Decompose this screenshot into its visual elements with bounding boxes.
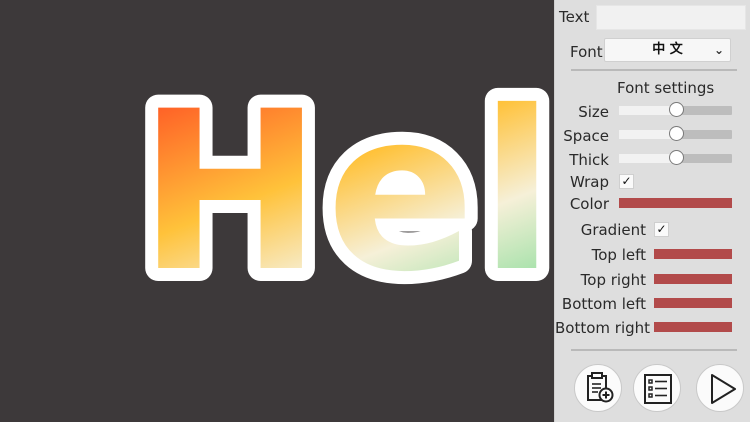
color-label: Color <box>569 195 609 213</box>
top-left-swatch[interactable] <box>654 249 732 259</box>
size-slider[interactable] <box>619 102 732 117</box>
divider <box>571 349 737 351</box>
thick-slider-handle[interactable] <box>668 150 684 165</box>
font-label: Font <box>570 43 603 61</box>
check-icon: ✓ <box>621 174 632 188</box>
thick-label: Thick <box>569 151 609 169</box>
top-right-swatch[interactable] <box>654 274 732 284</box>
text-label: Text <box>559 8 590 26</box>
size-slider-fill <box>619 106 676 115</box>
font-select-value: 中 文 <box>652 42 683 57</box>
settings-panel: Text Font 中 文 ⌄ Font settings Size Space… <box>554 0 750 422</box>
color-swatch[interactable] <box>619 198 732 208</box>
wrap-checkbox[interactable]: ✓ <box>619 174 634 189</box>
top-left-label: Top left <box>591 246 646 264</box>
space-label: Space <box>563 127 609 145</box>
preview-text-art: Hello Hello <box>125 51 555 333</box>
gradient-label: Gradient <box>580 221 646 239</box>
play-icon <box>711 374 736 404</box>
wrap-label: Wrap <box>569 173 609 191</box>
thick-slider-fill <box>619 154 676 163</box>
bottom-right-label: Bottom right <box>555 319 651 337</box>
bottom-right-swatch[interactable] <box>654 322 732 332</box>
play-button[interactable] <box>696 364 744 412</box>
preview-canvas[interactable]: Hello Hello <box>0 0 555 422</box>
size-slider-handle[interactable] <box>668 102 684 117</box>
clipboard-add-icon <box>587 372 614 403</box>
font-settings-title: Font settings <box>617 79 715 97</box>
space-slider-handle[interactable] <box>668 126 684 141</box>
divider <box>571 69 737 71</box>
check-icon: ✓ <box>656 222 667 236</box>
paste-button[interactable] <box>574 364 622 412</box>
top-right-label: Top right <box>580 271 646 289</box>
bottom-left-swatch[interactable] <box>654 298 732 308</box>
thick-slider[interactable] <box>619 150 732 165</box>
chevron-down-icon: ⌄ <box>713 43 724 57</box>
list-button[interactable] <box>633 364 681 412</box>
bottom-left-label: Bottom left <box>561 295 646 313</box>
preview-text-fill: Hello <box>138 64 555 320</box>
text-input[interactable] <box>596 5 746 30</box>
checklist-icon <box>644 374 672 404</box>
font-select[interactable]: 中 文 ⌄ <box>604 38 731 62</box>
size-label: Size <box>578 103 609 121</box>
space-slider-fill <box>619 130 676 139</box>
gradient-checkbox[interactable]: ✓ <box>654 222 669 237</box>
space-slider[interactable] <box>619 126 732 141</box>
